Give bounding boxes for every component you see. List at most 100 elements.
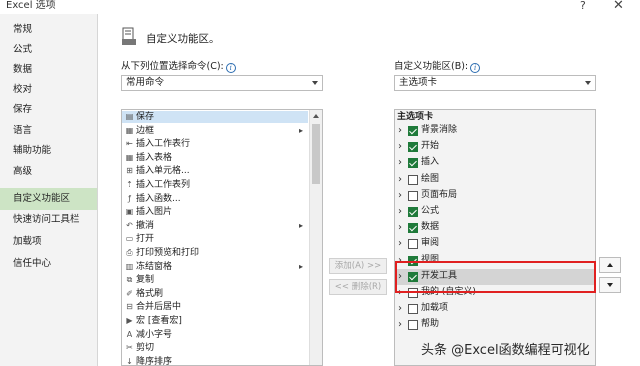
expand-chevron-icon[interactable]: › bbox=[398, 189, 402, 202]
tab-checkbox[interactable] bbox=[408, 320, 418, 331]
options-nav: 常规 公式 数据 校对 保存 语言 辅助功能 高级自定义功能区 快速访问工具栏 加载项 信任中心 bbox=[0, 14, 98, 366]
command-item[interactable]: ⊞ 插入单元格... bbox=[122, 165, 308, 177]
help-button[interactable]: ? bbox=[580, 0, 586, 12]
commands-list[interactable]: ▤ 保存 ▦ 边框 ▸ ⇤ 插入工作表行 ▦ 插入表格 ⊞ 插入单元格... ⇡ 插入工作表列 ƒ 插入函数… bbox=[121, 109, 323, 366]
ribbon-tab-item[interactable]: › 公式 bbox=[395, 204, 595, 220]
insert-cell-icon: ⊞ bbox=[126, 166, 133, 176]
move-down-button[interactable] bbox=[599, 277, 621, 293]
copy-icon: ⧉ bbox=[126, 275, 133, 285]
tab-checkbox[interactable] bbox=[408, 304, 418, 315]
open-icon: ▭ bbox=[125, 234, 134, 244]
nav-item[interactable]: 常规 bbox=[0, 20, 97, 40]
nav-item[interactable]: 高级 bbox=[0, 162, 97, 182]
command-label: 插入图片 bbox=[136, 207, 173, 218]
close-button[interactable]: ✕ bbox=[613, 0, 624, 13]
nav-item[interactable]: 公式 bbox=[0, 40, 97, 60]
ribbon-tab-item[interactable]: › 背景消除 bbox=[395, 123, 595, 139]
tab-checkbox[interactable] bbox=[408, 174, 418, 185]
merge-center-icon: ⊟ bbox=[126, 302, 133, 312]
sort-desc-icon: ↓ bbox=[126, 356, 133, 366]
undo-icon: ↶ bbox=[126, 220, 133, 230]
command-label: 剪切 bbox=[136, 343, 155, 354]
commands-from-dropdown[interactable]: 常用命令 bbox=[121, 75, 323, 91]
command-item[interactable]: ▣ 插入图片 bbox=[122, 206, 308, 218]
expand-chevron-icon[interactable]: › bbox=[398, 124, 402, 137]
command-item[interactable]: ⊟ 合并后居中 bbox=[122, 301, 308, 313]
tab-checkbox[interactable] bbox=[408, 223, 418, 234]
ribbon-tab-item[interactable]: › 数据 bbox=[395, 220, 595, 236]
command-item[interactable]: ⇡ 插入工作表列 bbox=[122, 179, 308, 191]
command-item[interactable]: ▤ 保存 bbox=[122, 111, 308, 123]
expand-chevron-icon[interactable]: › bbox=[398, 205, 402, 218]
command-item[interactable]: ✐ 格式刷 bbox=[122, 288, 308, 300]
expand-chevron-icon[interactable]: › bbox=[398, 156, 402, 169]
border-icon: ▦ bbox=[125, 125, 134, 135]
scroll-up-icon[interactable] bbox=[313, 114, 319, 118]
ribbon-tab-label: 加载项 bbox=[421, 303, 449, 314]
move-up-button[interactable] bbox=[599, 257, 621, 273]
ribbon-tab-item[interactable]: › 帮助 bbox=[395, 317, 595, 333]
ribbon-tab-item[interactable]: › 开始 bbox=[395, 139, 595, 155]
commands-list-scrollbar[interactable] bbox=[309, 110, 322, 365]
command-item[interactable]: ✂ 剪切 bbox=[122, 342, 308, 354]
ribbon-tab-item[interactable]: › 加载项 bbox=[395, 301, 595, 317]
expand-chevron-icon[interactable]: › bbox=[398, 221, 402, 234]
nav-item[interactable]: 辅助功能 bbox=[0, 141, 97, 161]
expand-chevron-icon[interactable]: › bbox=[398, 140, 402, 153]
picture-icon: ▣ bbox=[125, 207, 134, 217]
command-item[interactable]: ⧉ 复制 bbox=[122, 274, 308, 286]
command-item[interactable]: ▥ 冻结窗格 ▸ bbox=[122, 261, 308, 273]
command-item[interactable]: ▭ 打开 bbox=[122, 233, 308, 245]
move-up-icon bbox=[607, 263, 613, 267]
ribbon-tabs-dropdown[interactable]: 主选项卡 bbox=[394, 75, 596, 91]
nav-item[interactable]: 自定义功能区 bbox=[0, 188, 97, 210]
command-label: 打印预览和打印 bbox=[136, 248, 200, 258]
ribbon-tab-item[interactable]: › 审阅 bbox=[395, 236, 595, 252]
nav-item[interactable]: 信任中心 bbox=[0, 254, 97, 274]
tab-checkbox[interactable] bbox=[408, 239, 418, 250]
ribbon-tab-label: 绘图 bbox=[421, 173, 440, 184]
command-label: 宏 [查看宏] bbox=[136, 316, 182, 326]
command-item[interactable]: ⎙ 打印预览和打印 bbox=[122, 247, 308, 259]
window-title: Excel 选项 bbox=[6, 0, 56, 11]
expand-chevron-icon[interactable]: › bbox=[398, 173, 402, 186]
nav-item[interactable]: 快速访问工具栏 bbox=[0, 210, 97, 230]
tab-checkbox[interactable] bbox=[408, 126, 418, 136]
command-item[interactable]: ƒ 插入函数... bbox=[122, 193, 308, 205]
expand-chevron-icon[interactable]: › bbox=[398, 318, 402, 331]
command-item[interactable]: ▶ 宏 [查看宏] bbox=[122, 315, 308, 327]
watermark: 头条 @Excel函数编程可视化 bbox=[421, 343, 590, 358]
page-title: 自定义功能区。 bbox=[146, 33, 220, 45]
nav-item[interactable]: 数据 bbox=[0, 60, 97, 80]
insert-row-icon: ⇤ bbox=[126, 139, 133, 149]
command-label: 保存 bbox=[136, 112, 155, 122]
remove-button[interactable]: << 删除(R) bbox=[329, 279, 387, 295]
ribbon-tab-label: 背景消除 bbox=[421, 125, 458, 135]
command-item[interactable]: ⇤ 插入工作表行 bbox=[122, 138, 308, 150]
command-label: 插入函数... bbox=[136, 193, 181, 204]
expand-chevron-icon[interactable]: › bbox=[398, 237, 402, 250]
command-item[interactable]: ↓ 降序排序 bbox=[122, 356, 308, 366]
nav-item[interactable]: 语言 bbox=[0, 121, 97, 141]
command-label: 插入表格 bbox=[136, 152, 173, 163]
command-item[interactable]: ▦ 边框 ▸ bbox=[122, 125, 308, 137]
ribbon-tab-item[interactable]: › 插入 bbox=[395, 155, 595, 171]
command-item[interactable]: ▦ 插入表格 bbox=[122, 152, 308, 164]
command-item[interactable]: A 减小字号 bbox=[122, 329, 308, 341]
scroll-thumb[interactable] bbox=[312, 124, 320, 184]
nav-item[interactable]: 加载项 bbox=[0, 232, 97, 252]
ribbon-tab-item[interactable]: › 页面布局 bbox=[395, 188, 595, 204]
expand-chevron-icon[interactable]: › bbox=[398, 302, 402, 315]
ribbon-tabs-list[interactable]: 主选项卡 › 背景消除 › 开始 › 插入 › 绘图 › 页面布局 › 公式 › 数据 › 审阅 › 视图 › 开发工… bbox=[394, 109, 596, 366]
submenu-arrow-icon: ▸ bbox=[299, 125, 304, 135]
command-item[interactable]: ↶ 撤消 ▸ bbox=[122, 220, 308, 232]
chevron-down-icon bbox=[585, 81, 591, 85]
nav-item[interactable]: 保存 bbox=[0, 100, 97, 120]
tab-checkbox[interactable] bbox=[408, 142, 418, 153]
nav-item[interactable]: 校对 bbox=[0, 80, 97, 100]
ribbon-tab-item[interactable]: › 绘图 bbox=[395, 172, 595, 188]
tab-checkbox[interactable] bbox=[408, 190, 418, 201]
add-button[interactable]: 添加(A) >> bbox=[329, 258, 387, 274]
tab-checkbox[interactable] bbox=[408, 158, 418, 169]
tab-checkbox[interactable] bbox=[408, 207, 418, 217]
